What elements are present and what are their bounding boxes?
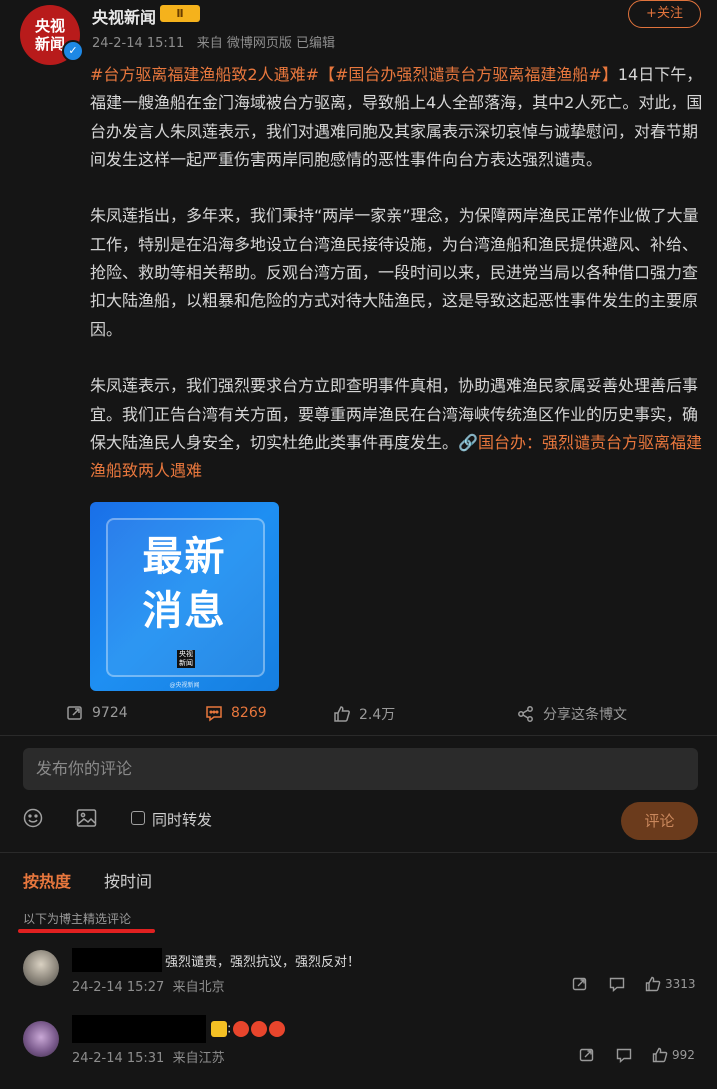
- post-paragraph-2: 朱凤莲指出，多年来，我们秉持“两岸一家亲”理念，为保障两岸渔民正常作业做了大量工…: [90, 206, 699, 339]
- post-source: 来自 微博网页版 已编辑: [196, 36, 336, 51]
- repost-count: 9724: [92, 705, 128, 721]
- repost-icon: [67, 706, 82, 720]
- post-time[interactable]: 24-2-14 15:11: [92, 36, 184, 51]
- comment-reply-icon[interactable]: [609, 976, 625, 992]
- vip-badge-icon[interactable]: Ⅱ: [160, 5, 200, 22]
- angry-emoji-icon: [233, 1021, 250, 1037]
- comment-repost-icon[interactable]: [579, 1047, 595, 1063]
- comment-like-button[interactable]: 992: [652, 1047, 695, 1063]
- crown-emoji-icon: [211, 1021, 227, 1037]
- featured-comments-note: 以下为博主精选评论: [23, 912, 132, 926]
- comment-text: 强烈谴责，强烈抗议，强烈反对！: [165, 955, 361, 970]
- hashtag-link[interactable]: #台方驱离福建渔船致2人遇难#: [90, 65, 319, 84]
- repost-checkbox[interactable]: [131, 811, 145, 825]
- comment-like-count: 992: [672, 1048, 695, 1062]
- commenter-avatar[interactable]: [23, 1021, 59, 1057]
- divider: [0, 852, 717, 853]
- share-button[interactable]: 分享这条博文: [517, 704, 627, 724]
- follow-button[interactable]: +关注: [628, 0, 701, 28]
- submit-comment-button[interactable]: 评论: [621, 802, 698, 840]
- share-icon: [518, 706, 533, 722]
- like-count: 2.4万: [359, 707, 396, 723]
- comment-meta: 24-2-14 15:31 来自江苏: [72, 1047, 225, 1066]
- share-label: 分享这条博文: [543, 707, 627, 723]
- post-content: #台方驱离福建渔船致2人遇难#【#国台办强烈谴责台方驱离福建渔船#】14日下午，…: [90, 61, 706, 514]
- avatar-text-1: 央视: [34, 17, 65, 35]
- hashtag-link[interactable]: 【#国台办强烈谴责台方驱离福建渔船#】: [319, 65, 618, 84]
- tab-hot[interactable]: 按热度: [23, 868, 71, 892]
- cctv-logo-icon: 央视 新闻: [177, 650, 195, 668]
- comment-time: 24-2-14 15:31: [72, 1051, 165, 1066]
- comment-repost-icon[interactable]: [572, 976, 588, 992]
- comment-like-count: 3313: [665, 977, 696, 991]
- post-image[interactable]: 最新 消息 央视 新闻 @央视新闻: [90, 502, 279, 691]
- image-headline: 最新 消息: [90, 530, 279, 638]
- logo-line2: 新闻: [179, 659, 193, 667]
- post-meta: 24-2-14 15:11 来自 微博网页版 已编辑: [92, 32, 335, 51]
- comment-button[interactable]: 8269: [205, 704, 267, 722]
- thumbs-up-icon: [652, 1047, 668, 1063]
- comment-time: 24-2-14 15:27: [72, 980, 165, 995]
- comment-location: 来自江苏: [172, 1051, 225, 1066]
- comment-like-button[interactable]: 3313: [645, 976, 696, 992]
- thumbs-up-icon: [645, 976, 661, 992]
- image-headline-line1: 最新: [142, 534, 227, 580]
- angry-emoji-icon: [269, 1021, 286, 1037]
- avatar-text-2: 新闻: [34, 35, 65, 53]
- comment-text: :: [209, 1021, 286, 1037]
- logo-line1: 央视: [179, 650, 193, 658]
- divider: [0, 735, 717, 736]
- like-button[interactable]: 2.4万: [333, 704, 395, 724]
- comment-colon: :: [227, 1021, 232, 1037]
- repost-button[interactable]: 9724: [66, 704, 128, 722]
- comment-meta: 24-2-14 15:27 来自北京: [72, 976, 225, 995]
- comment-reply-icon[interactable]: [616, 1047, 632, 1063]
- redacted-username: [72, 1015, 206, 1043]
- repost-checkbox-label[interactable]: 同时转发: [152, 809, 212, 830]
- comment-count: 8269: [231, 705, 267, 721]
- comment-input[interactable]: 发布你的评论: [23, 748, 698, 790]
- comment-location: 来自北京: [172, 980, 225, 995]
- redacted-username: [72, 948, 162, 972]
- thumbs-up-icon: [334, 706, 350, 722]
- verified-icon: ✓: [62, 40, 84, 62]
- image-headline-line2: 消息: [142, 588, 227, 634]
- emoji-picker-icon[interactable]: [23, 808, 43, 832]
- highlight-underline: [18, 929, 155, 933]
- image-upload-icon[interactable]: [76, 808, 97, 832]
- comment-icon: [206, 706, 222, 722]
- vip-level: Ⅱ: [176, 7, 184, 20]
- tab-time[interactable]: 按时间: [104, 868, 152, 892]
- author-name[interactable]: 央视新闻: [92, 4, 156, 28]
- commenter-avatar[interactable]: [23, 950, 59, 986]
- angry-emoji-icon: [251, 1021, 268, 1037]
- image-watermark: @央视新闻: [169, 682, 200, 689]
